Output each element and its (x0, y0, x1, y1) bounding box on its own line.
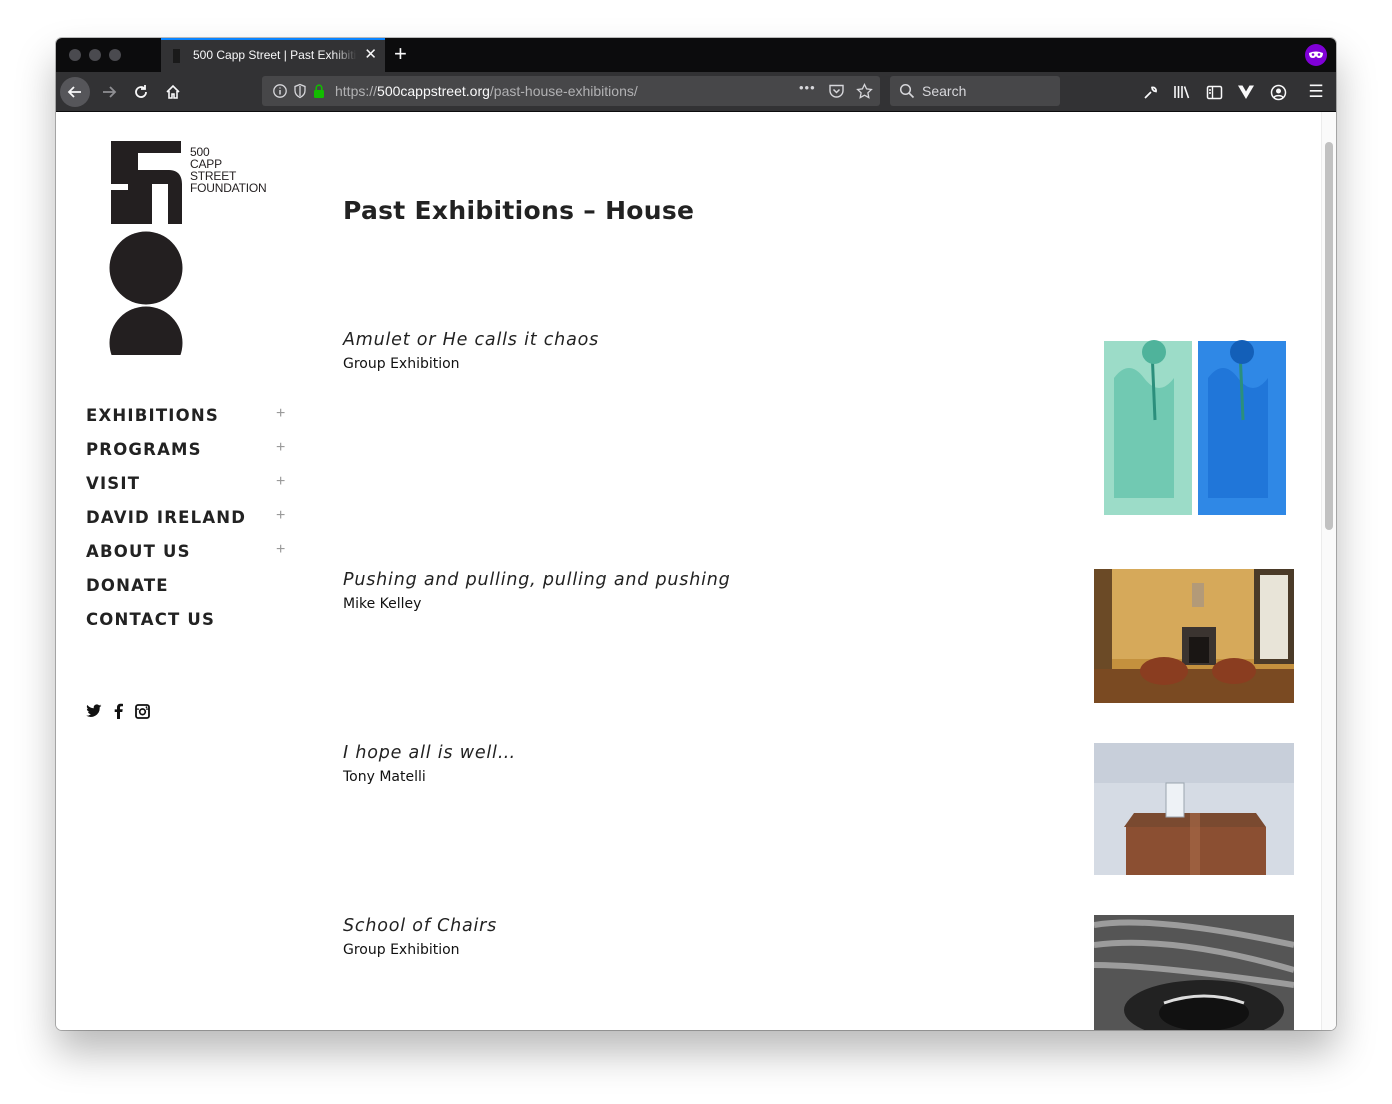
facebook-icon[interactable] (110, 702, 126, 720)
secure-lock-icon[interactable] (312, 83, 326, 104)
logo-wordmark: 500 CAPP STREET FOUNDATION (190, 146, 267, 195)
active-tab[interactable]: 500 Capp Street | Past Exhibitions – Hou… (161, 38, 385, 72)
forward-arrow-icon (103, 86, 117, 98)
page-actions-button[interactable]: ••• (799, 80, 816, 95)
menu-item-contact-us[interactable]: CONTACT US (86, 610, 296, 644)
search-bar[interactable]: Search (890, 76, 1060, 106)
tab-close-button[interactable]: ✕ (364, 46, 377, 64)
exhibition-subtitle: Group Exhibition (343, 356, 460, 372)
exhibition-subtitle: Mike Kelley (343, 596, 422, 612)
exhibition-title-link[interactable]: I hope all is well… (343, 743, 516, 763)
expand-plus-icon[interactable]: + (276, 507, 285, 525)
menu-item-visit[interactable]: VISIT + (86, 473, 296, 508)
menu-item-donate[interactable]: DONATE (86, 576, 296, 610)
url-text[interactable]: https://500cappstreet.org/past-house-exh… (335, 83, 638, 99)
search-icon (899, 83, 915, 104)
home-icon (166, 84, 180, 99)
reload-button[interactable] (126, 77, 156, 107)
hamburger-menu-button[interactable]: ☰ (1304, 80, 1328, 104)
minimize-window-button[interactable] (89, 49, 101, 61)
exhibition-title-link[interactable]: Amulet or He calls it chaos (343, 330, 599, 350)
browser-window: 500 Capp Street | Past Exhibitions – Hou… (56, 38, 1336, 1030)
tracking-protection-shield-icon[interactable] (292, 83, 308, 104)
forward-button[interactable] (94, 77, 124, 107)
new-tab-button[interactable]: + (394, 41, 407, 67)
expand-plus-icon[interactable]: + (276, 541, 285, 559)
exhibition-title-link[interactable]: School of Chairs (343, 916, 497, 936)
exhibition-thumbnail-amulet[interactable] (1094, 338, 1294, 518)
url-bar[interactable]: https://500cappstreet.org/past-house-exh… (262, 76, 880, 106)
exhibition-item[interactable]: School of Chairs Group Exhibition (343, 916, 497, 958)
menu-item-label[interactable]: PROGRAMS (86, 440, 202, 459)
reload-icon (135, 85, 147, 98)
exhibition-item[interactable]: Amulet or He calls it chaos Group Exhibi… (343, 330, 599, 372)
menu-item-label[interactable]: EXHIBITIONS (86, 406, 219, 425)
back-button[interactable] (60, 77, 90, 107)
close-window-button[interactable] (69, 49, 81, 61)
exhibition-subtitle: Group Exhibition (343, 942, 460, 958)
exhibition-subtitle: Tony Matelli (343, 769, 426, 785)
back-arrow-icon (67, 86, 81, 98)
expand-plus-icon[interactable]: + (276, 439, 285, 457)
menu-item-label[interactable]: CONTACT US (86, 610, 215, 629)
menu-item-label[interactable]: VISIT (86, 474, 140, 493)
menu-item-exhibitions[interactable]: EXHIBITIONS + (86, 405, 296, 440)
expand-plus-icon[interactable]: + (276, 405, 285, 423)
exhibition-thumbnail-pedestal[interactable] (1094, 743, 1294, 875)
library-icon[interactable] (1170, 80, 1194, 104)
page-scrollbar[interactable] (1321, 112, 1336, 1030)
tab-title: 500 Capp Street | Past Exhibitions – Hou… (193, 48, 357, 62)
search-input[interactable]: Search (922, 83, 966, 99)
social-links (86, 702, 150, 720)
menu-item-label[interactable]: ABOUT US (86, 542, 191, 561)
menu-item-label[interactable]: DAVID IRELAND (86, 508, 246, 527)
menu-item-programs[interactable]: PROGRAMS + (86, 439, 296, 474)
menu-item-david-ireland[interactable]: DAVID IRELAND + (86, 507, 296, 542)
exhibition-item[interactable]: I hope all is well… Tony Matelli (343, 743, 516, 785)
exhibition-item[interactable]: Pushing and pulling, pulling and pushing… (343, 570, 731, 612)
exhibition-title-link[interactable]: Pushing and pulling, pulling and pushing (343, 570, 731, 590)
exhibition-thumbnail-interior[interactable] (1094, 569, 1294, 703)
zoom-window-button[interactable] (109, 49, 121, 61)
instagram-icon[interactable] (134, 702, 150, 720)
navigation-toolbar: https://500cappstreet.org/past-house-exh… (56, 72, 1336, 112)
menu-item-about-us[interactable]: ABOUT US + (86, 541, 296, 576)
vue-extension-icon[interactable] (1234, 80, 1258, 104)
favicon-icon (173, 49, 180, 63)
developer-tools-wrench-icon[interactable] (1138, 80, 1162, 104)
web-page: 500 CAPP STREET FOUNDATION EXHIBITIONS +… (56, 112, 1336, 1030)
info-icon[interactable] (272, 83, 288, 104)
twitter-icon[interactable] (86, 702, 102, 720)
page-title: Past Exhibitions – House (343, 196, 695, 225)
url-path: /past-house-exhibitions/ (489, 83, 638, 99)
private-browsing-icon (1305, 44, 1327, 66)
account-icon[interactable] (1266, 80, 1290, 104)
tab-strip: 500 Capp Street | Past Exhibitions – Hou… (56, 38, 1336, 72)
logo-line: FOUNDATION (190, 181, 267, 195)
url-host: 500cappstreet.org (377, 83, 490, 99)
url-scheme: https:// (335, 83, 378, 99)
scrollbar-thumb[interactable] (1325, 142, 1333, 530)
expand-plus-icon[interactable]: + (276, 473, 285, 491)
home-button[interactable] (158, 77, 188, 107)
menu-item-label[interactable]: DONATE (86, 576, 169, 595)
bookmark-star-icon[interactable] (856, 82, 873, 105)
main-navigation: EXHIBITIONS + PROGRAMS + VISIT + DAVID I… (86, 405, 296, 644)
sidebar-toggle-icon[interactable] (1202, 80, 1226, 104)
pocket-icon[interactable] (828, 83, 845, 104)
exhibition-thumbnail-eye[interactable] (1094, 915, 1294, 1030)
